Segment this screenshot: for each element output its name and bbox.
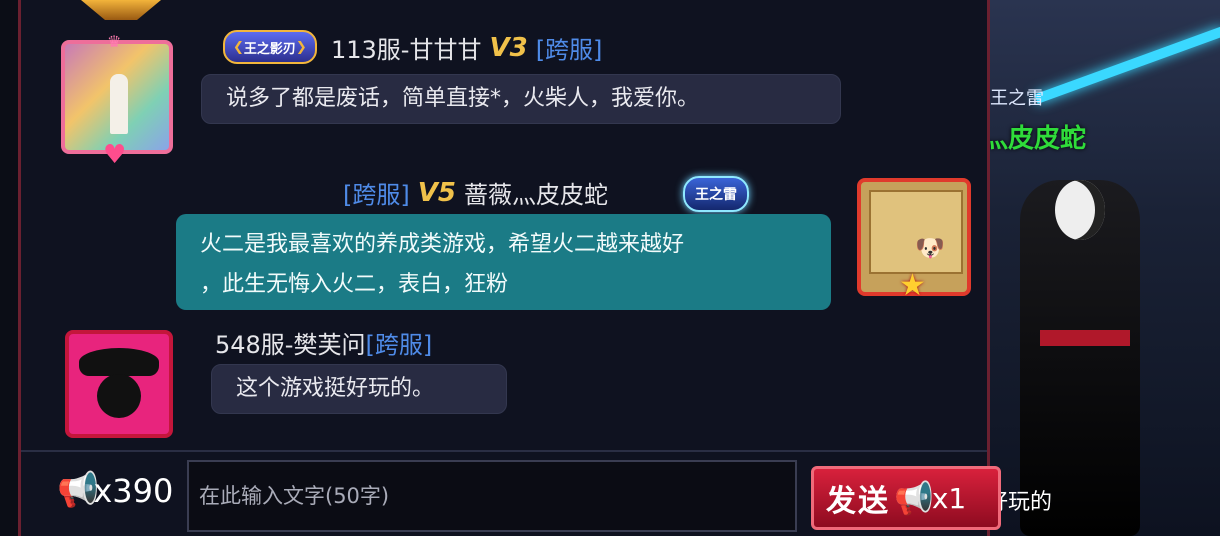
face-icon [97,374,141,418]
energy-slash [1034,26,1220,104]
heart-icon: ♥ [103,140,127,170]
username[interactable]: 548服-樊芙问 [215,325,365,360]
server-tag: [跨服] [365,331,433,359]
stickman-character [1020,180,1140,536]
vip-level: V5 [417,177,456,208]
top-ornament [81,0,161,20]
chat-panel: ♛ ♥ ❮ 王之影刃 ❯ 113服-甘甘甘 V3 [跨服] 说多了都是废话，简单… [18,0,1001,536]
message-line: ，此生无悔入火二，表白，狂粉 [200,272,509,297]
title-badge-label: 王之影刃 [243,41,296,57]
star-icon: ★ [899,268,926,303]
wing-icon: ❮ [233,39,244,55]
message-bubble-user3: 这个游戏挺好玩的。 [211,364,507,414]
server-tag: [跨服] [343,181,410,209]
character-head [1055,180,1105,240]
message-header-user3: 548服-樊芙问 [跨服] [215,325,432,360]
username[interactable]: 113服-甘甘甘 [331,30,481,65]
dog-icon: 🐶 [915,234,945,262]
scene-player-title: 王之雷 [990,88,1044,109]
vip-level: V3 [489,32,528,63]
megaphone-icon: 📢 [894,479,934,517]
avatar-user1[interactable]: ♛ ♥ [61,32,173,170]
message-bubble-user1: 说多了都是废话，简单直接*，火柴人，我爱你。 [201,74,841,124]
hat-icon [79,348,159,376]
scene-player-name: 蔷薇灬皮皮蛇 [990,124,1087,154]
character-scarf [1040,330,1130,346]
horn-count: x390 [93,472,174,510]
title-badge-label: 王之雷 [695,187,737,203]
title-badge-user2: 王之雷 [683,176,749,212]
avatar-user2[interactable]: 🐶 ★ [857,178,971,303]
send-label: 发送 [826,484,890,519]
wing-icon: ❯ [295,39,307,55]
avatar-user3[interactable] [65,330,173,438]
crown-icon: ♛ [107,32,122,51]
divider [21,450,987,452]
server-tag: [跨服] [535,36,603,64]
tower-icon [110,74,128,134]
chat-input[interactable] [187,460,797,532]
send-button[interactable]: 发送 📢 x1 [811,466,1001,530]
message-header-user2: [跨服] V5 蔷薇灬皮皮蛇 [343,175,608,210]
message-bubble-user2: 火二是我最喜欢的养成类游戏，希望火二越来越好 ，此生无悔入火二，表白，狂粉 [176,214,831,310]
message-header-user1: 113服-甘甘甘 V3 [跨服] [331,30,602,65]
username[interactable]: 蔷薇灬皮皮蛇 [464,175,608,210]
game-scene-background: 王之雷 蔷薇灬皮皮蛇 好玩的 [990,0,1220,536]
send-cost: x1 [931,481,967,515]
horn-counter: 📢 x390 [57,470,173,510]
title-badge-user1: ❮ 王之影刃 ❯ [223,30,317,64]
